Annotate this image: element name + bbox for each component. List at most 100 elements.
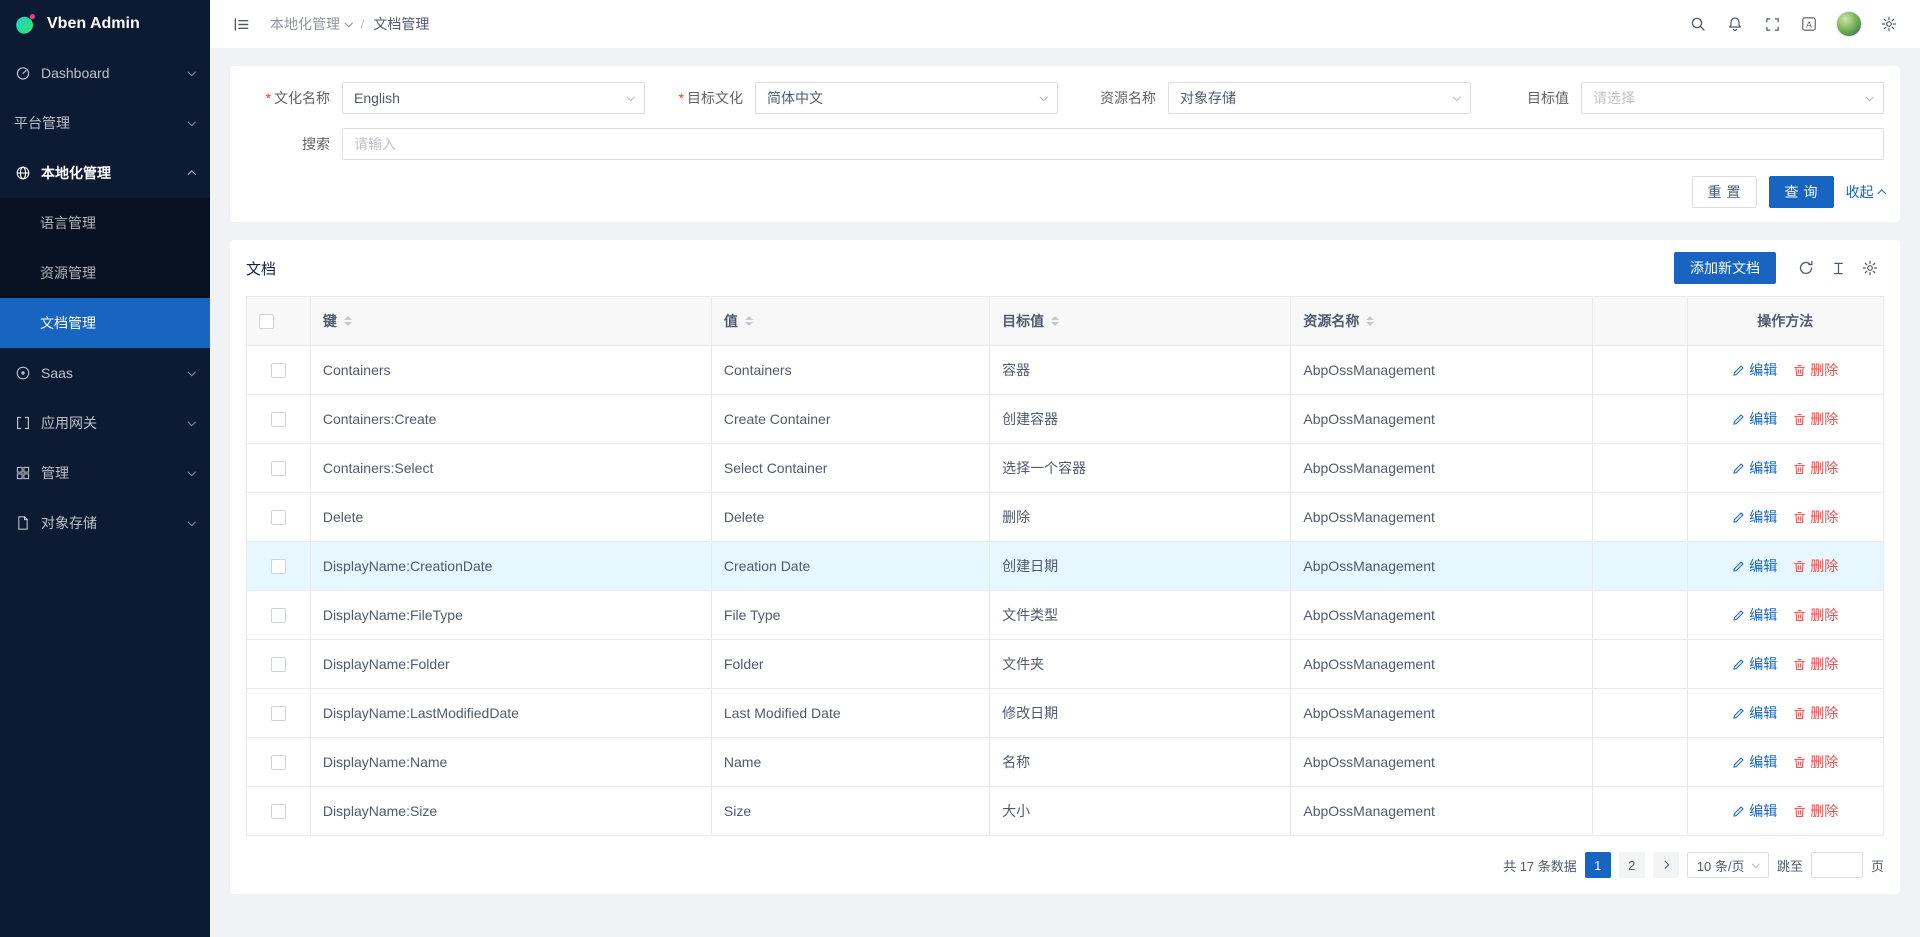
sidebar-item-platform[interactable]: 平台管理 bbox=[0, 98, 210, 148]
search-icon[interactable] bbox=[1681, 7, 1715, 41]
query-button[interactable]: 查询 bbox=[1769, 176, 1834, 208]
row-checkbox[interactable] bbox=[271, 510, 286, 525]
cell-resource-name: AbpOssManagement bbox=[1291, 542, 1592, 591]
delete-link[interactable]: 删除 bbox=[1793, 409, 1838, 429]
sidebar-item-dashboard[interactable]: Dashboard bbox=[0, 48, 210, 98]
edit-link[interactable]: 编辑 bbox=[1732, 654, 1777, 674]
sort-icon[interactable] bbox=[344, 316, 352, 326]
sidebar-item-saas[interactable]: Saas bbox=[0, 348, 210, 398]
delete-trash-icon bbox=[1793, 805, 1806, 818]
field-target-culture: *目标文化 简体中文 bbox=[659, 82, 1058, 114]
delete-link[interactable]: 删除 bbox=[1793, 458, 1838, 478]
delete-trash-icon bbox=[1793, 658, 1806, 671]
refresh-icon[interactable] bbox=[1792, 254, 1820, 282]
edit-link[interactable]: 编辑 bbox=[1732, 703, 1777, 723]
edit-pencil-icon bbox=[1732, 364, 1745, 377]
cell-resource-name: AbpOssManagement bbox=[1291, 591, 1592, 640]
breadcrumb-item-document: 文档管理 bbox=[373, 14, 429, 34]
avatar[interactable] bbox=[1836, 11, 1862, 37]
delete-trash-icon bbox=[1793, 707, 1806, 720]
row-checkbox[interactable] bbox=[271, 657, 286, 672]
jump-page-input[interactable] bbox=[1811, 852, 1863, 878]
delete-trash-icon bbox=[1793, 560, 1806, 573]
breadcrumb-item-localization[interactable]: 本地化管理 bbox=[270, 14, 352, 34]
edit-link[interactable]: 编辑 bbox=[1732, 507, 1777, 527]
chevron-right-icon bbox=[1661, 861, 1669, 869]
cell-target-value: 名称 bbox=[990, 738, 1291, 787]
delete-link[interactable]: 删除 bbox=[1793, 556, 1838, 576]
sidebar-subitem-resource[interactable]: 资源管理 bbox=[0, 248, 210, 298]
sort-icon[interactable] bbox=[1051, 316, 1059, 326]
fullscreen-icon[interactable] bbox=[1755, 7, 1789, 41]
resource-name-select[interactable]: 对象存储 bbox=[1168, 82, 1471, 114]
column-settings-icon[interactable] bbox=[1856, 254, 1884, 282]
edit-link[interactable]: 编辑 bbox=[1732, 360, 1777, 380]
language-icon[interactable]: A bbox=[1792, 7, 1826, 41]
page-size-select[interactable]: 10 条/页 bbox=[1687, 852, 1769, 878]
target-culture-select[interactable]: 简体中文 bbox=[755, 82, 1058, 114]
row-checkbox[interactable] bbox=[271, 412, 286, 427]
row-checkbox[interactable] bbox=[271, 706, 286, 721]
search-input[interactable] bbox=[342, 128, 1884, 160]
dashboard-icon bbox=[14, 65, 31, 82]
column-header-value[interactable]: 值 bbox=[711, 297, 989, 346]
row-height-icon[interactable] bbox=[1824, 254, 1852, 282]
sidebar-item-management[interactable]: 管理 bbox=[0, 448, 210, 498]
row-checkbox[interactable] bbox=[271, 363, 286, 378]
edit-link[interactable]: 编辑 bbox=[1732, 409, 1777, 429]
delete-link[interactable]: 删除 bbox=[1793, 703, 1838, 723]
sort-icon[interactable] bbox=[1366, 316, 1374, 326]
row-checkbox[interactable] bbox=[271, 804, 286, 819]
edit-link[interactable]: 编辑 bbox=[1732, 458, 1777, 478]
cell-resource-name: AbpOssManagement bbox=[1291, 640, 1592, 689]
search-label: 搜索 bbox=[246, 134, 342, 154]
reset-button[interactable]: 重置 bbox=[1692, 176, 1757, 208]
table-body: ContainersContainers容器AbpOssManagement编辑… bbox=[247, 346, 1884, 836]
cell-target-value: 创建容器 bbox=[990, 395, 1291, 444]
delete-link[interactable]: 删除 bbox=[1793, 360, 1838, 380]
breadcrumb: 本地化管理 / 文档管理 bbox=[270, 14, 429, 34]
sidebar-subitem-language[interactable]: 语言管理 bbox=[0, 198, 210, 248]
row-checkbox[interactable] bbox=[271, 559, 286, 574]
sidebar-item-localization[interactable]: 本地化管理 bbox=[0, 148, 210, 198]
delete-link[interactable]: 删除 bbox=[1793, 654, 1838, 674]
logo[interactable]: Vben Admin bbox=[0, 0, 210, 48]
cell-value: Folder bbox=[711, 640, 989, 689]
target-value-select[interactable]: 请选择 bbox=[1581, 82, 1884, 114]
edit-link[interactable]: 编辑 bbox=[1732, 556, 1777, 576]
sort-icon[interactable] bbox=[745, 316, 753, 326]
delete-link[interactable]: 删除 bbox=[1793, 507, 1838, 527]
sidebar-item-label: 对象存储 bbox=[41, 513, 179, 533]
edit-link[interactable]: 编辑 bbox=[1732, 605, 1777, 625]
row-checkbox[interactable] bbox=[271, 461, 286, 476]
delete-link[interactable]: 删除 bbox=[1793, 752, 1838, 772]
sidebar-item-gateway[interactable]: 应用网关 bbox=[0, 398, 210, 448]
column-header-key[interactable]: 键 bbox=[310, 297, 711, 346]
delete-link[interactable]: 删除 bbox=[1793, 801, 1838, 821]
cell-value: Creation Date bbox=[711, 542, 989, 591]
notification-bell-icon[interactable] bbox=[1718, 7, 1752, 41]
chevron-down-icon bbox=[626, 93, 634, 101]
next-page-button[interactable] bbox=[1653, 852, 1679, 878]
field-search: 搜索 bbox=[246, 128, 1884, 160]
column-header-target[interactable]: 目标值 bbox=[990, 297, 1291, 346]
edit-link[interactable]: 编辑 bbox=[1732, 801, 1777, 821]
sidebar-item-oss[interactable]: 对象存储 bbox=[0, 498, 210, 548]
menu-collapse-icon[interactable] bbox=[224, 7, 258, 41]
sidebar-subitem-document[interactable]: 文档管理 bbox=[0, 298, 210, 348]
cell-resource-name: AbpOssManagement bbox=[1291, 689, 1592, 738]
culture-name-select[interactable]: English bbox=[342, 82, 645, 114]
delete-link[interactable]: 删除 bbox=[1793, 605, 1838, 625]
settings-gear-icon[interactable] bbox=[1872, 7, 1906, 41]
page-button-2[interactable]: 2 bbox=[1619, 852, 1645, 878]
row-checkbox[interactable] bbox=[271, 608, 286, 623]
chevron-down-icon bbox=[1865, 93, 1873, 101]
edit-link[interactable]: 编辑 bbox=[1732, 752, 1777, 772]
select-all-checkbox[interactable] bbox=[259, 314, 274, 329]
collapse-link[interactable]: 收起 bbox=[1846, 182, 1885, 202]
page-button-1[interactable]: 1 bbox=[1585, 852, 1611, 878]
row-checkbox[interactable] bbox=[271, 755, 286, 770]
add-document-button[interactable]: 添加新文档 bbox=[1674, 252, 1776, 284]
cell-value: Select Container bbox=[711, 444, 989, 493]
column-header-resource[interactable]: 资源名称 bbox=[1291, 297, 1592, 346]
